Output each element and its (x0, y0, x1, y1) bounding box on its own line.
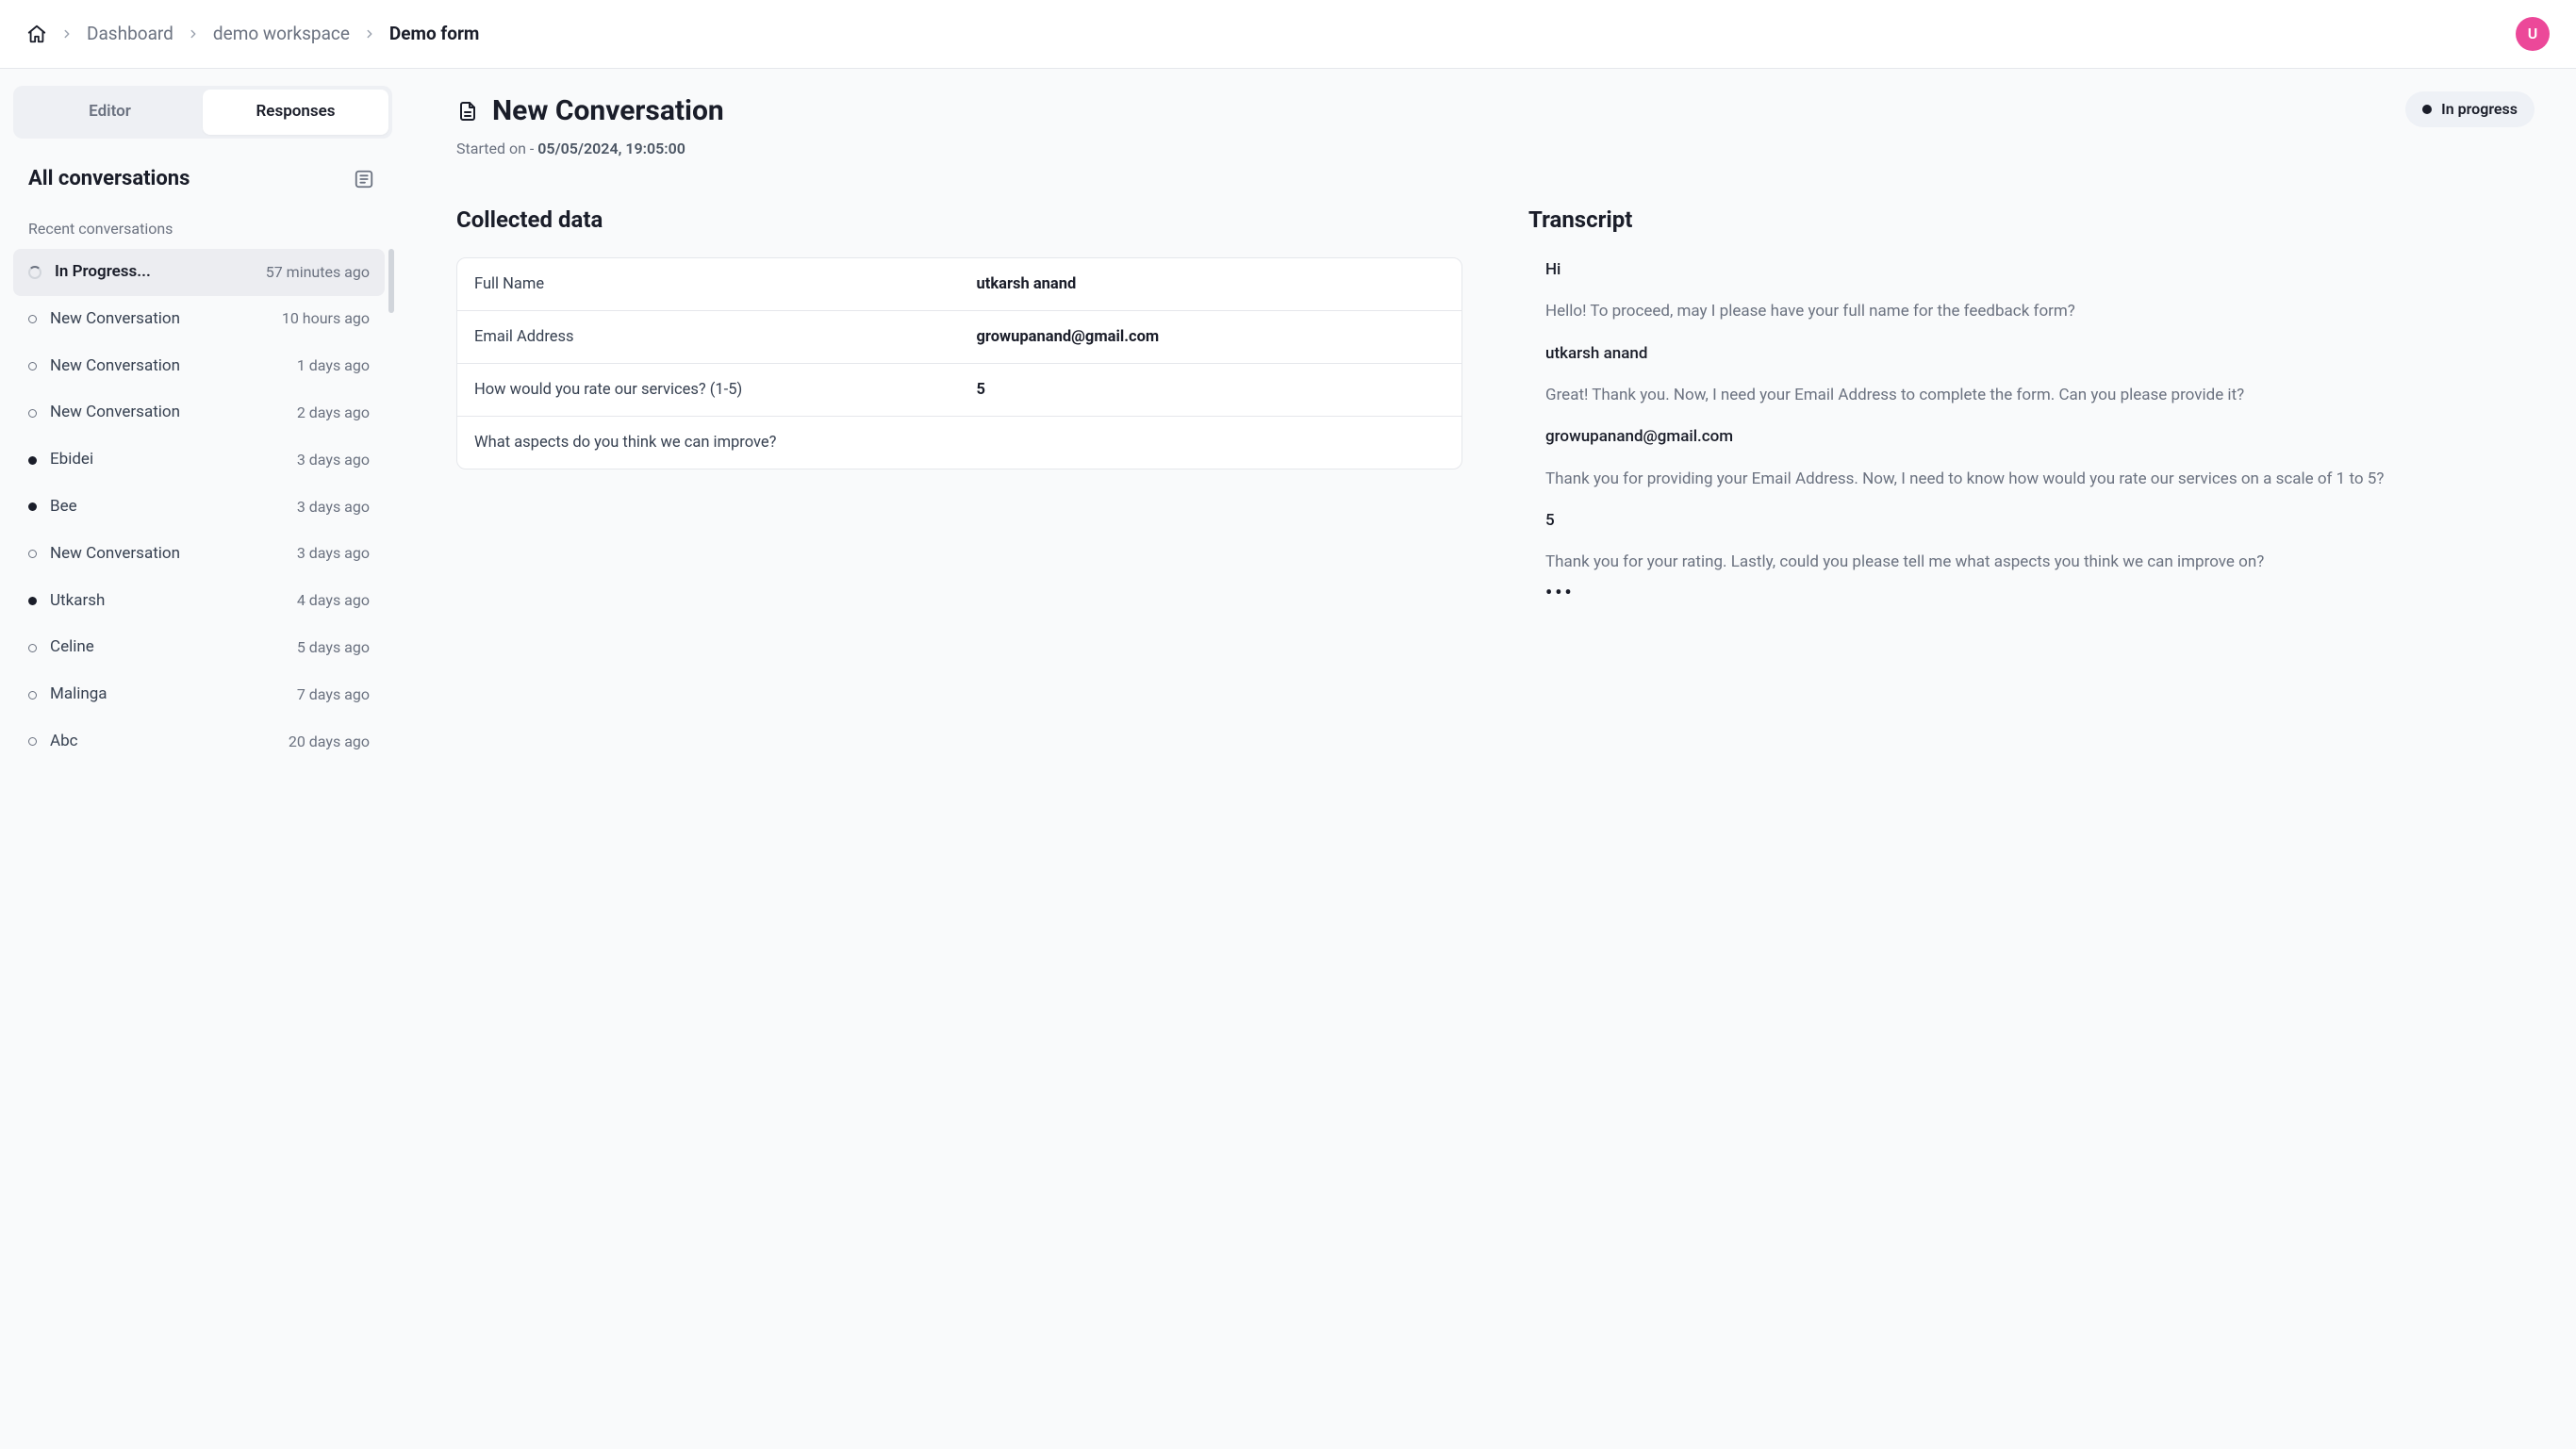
status-dot-icon (28, 502, 37, 511)
scrollbar-thumb[interactable] (388, 249, 394, 313)
section-label-recent: Recent conversations (13, 211, 392, 249)
typing-indicator-icon: ••• (1545, 586, 2535, 598)
conversation-title: New Conversation (50, 308, 180, 331)
status-dot-icon (28, 456, 37, 465)
table-row: What aspects do you think we can improve… (457, 417, 1461, 469)
conversation-title: Abc (50, 731, 78, 753)
conversation-time: 7 days ago (297, 684, 370, 705)
bot-message: Thank you for providing your Email Addre… (1545, 467, 2535, 491)
conversation-title: In Progress... (55, 261, 151, 284)
conversation-item[interactable]: Bee 3 days ago (13, 484, 385, 531)
status-dot-icon (2422, 105, 2432, 114)
conversation-title: Malinga (50, 683, 107, 706)
user-message: Hi (1545, 257, 2535, 282)
tab-responses[interactable]: Responses (203, 90, 388, 135)
collected-data-heading: Collected data (456, 205, 1462, 237)
avatar-initial: U (2528, 24, 2538, 44)
conversation-time: 5 days ago (297, 637, 370, 658)
field-value: 5 (960, 364, 1462, 416)
chevron-right-icon (363, 27, 376, 41)
status-badge: In progress (2405, 91, 2535, 127)
table-row: Email Addressgrowupanand@gmail.com (457, 311, 1461, 364)
field-label: How would you rate our services? (1-5) (457, 364, 960, 416)
conversation-title: Utkarsh (50, 590, 105, 613)
conversation-title: Celine (50, 636, 94, 659)
status-dot-icon (28, 409, 37, 418)
page-title: New Conversation (492, 91, 724, 131)
status-dot-icon (28, 362, 37, 370)
field-label: What aspects do you think we can improve… (457, 417, 960, 469)
breadcrumb: Dashboard demo workspace Demo form (26, 22, 479, 47)
conversation-time: 10 hours ago (282, 308, 370, 329)
status-dot-icon (28, 691, 37, 700)
status-dot-icon (28, 550, 37, 558)
breadcrumb-workspace[interactable]: demo workspace (213, 22, 350, 47)
field-label: Email Address (457, 311, 960, 363)
field-value: utkarsh anand (960, 258, 1462, 310)
tab-switch: Editor Responses (13, 86, 392, 139)
started-timestamp: Started on - 05/05/2024, 19:05:00 (456, 139, 724, 159)
tab-editor[interactable]: Editor (17, 90, 203, 135)
document-icon (456, 100, 479, 123)
transcript: Hi Hello! To proceed, may I please have y… (1528, 257, 2535, 598)
conversation-item[interactable]: Abc 20 days ago (13, 718, 385, 766)
conversation-time: 4 days ago (297, 590, 370, 611)
conversation-time: 20 days ago (289, 732, 370, 752)
conversation-title: Bee (50, 496, 77, 519)
field-label: Full Name (457, 258, 960, 310)
conversation-time: 57 minutes ago (266, 262, 370, 283)
conversation-item[interactable]: In Progress... 57 minutes ago (13, 249, 385, 296)
status-dot-icon (28, 644, 37, 652)
user-message: utkarsh anand (1545, 341, 2535, 366)
chevron-right-icon (60, 27, 74, 41)
conversation-item[interactable]: New Conversation 1 days ago (13, 343, 385, 390)
conversation-item[interactable]: Celine 5 days ago (13, 624, 385, 671)
conversation-title: New Conversation (50, 355, 180, 378)
conversation-title: Ebidei (50, 449, 93, 471)
sidebar-title: All conversations (28, 165, 190, 194)
conversation-time: 3 days ago (297, 543, 370, 564)
conversation-time: 3 days ago (297, 497, 370, 518)
bot-message: Thank you for your rating. Lastly, could… (1545, 550, 2535, 574)
home-icon[interactable] (26, 24, 47, 44)
user-message: growupanand@gmail.com (1545, 424, 2535, 449)
conversation-item[interactable]: New Conversation 10 hours ago (13, 296, 385, 343)
status-dot-icon (28, 597, 37, 605)
conversation-item[interactable]: Malinga 7 days ago (13, 671, 385, 718)
conversation-list: In Progress... 57 minutes ago New Conversa… (13, 249, 392, 766)
conversation-time: 3 days ago (297, 450, 370, 470)
field-value: growupanand@gmail.com (960, 311, 1462, 363)
collected-data-table: Full Nameutkarsh anandEmail Addressgrowu… (456, 257, 1462, 469)
status-dot-icon (28, 315, 37, 323)
list-view-icon[interactable] (351, 166, 377, 192)
table-row: Full Nameutkarsh anand (457, 258, 1461, 311)
user-message: 5 (1545, 508, 2535, 533)
conversation-item[interactable]: New Conversation 3 days ago (13, 531, 385, 578)
transcript-heading: Transcript (1528, 205, 2535, 237)
bot-message: Great! Thank you. Now, I need your Email… (1545, 383, 2535, 407)
status-label: In progress (2441, 99, 2518, 120)
conversation-title: New Conversation (50, 543, 180, 566)
breadcrumb-current: Demo form (389, 22, 479, 47)
conversation-item[interactable]: New Conversation 2 days ago (13, 389, 385, 436)
bot-message: Hello! To proceed, may I please have you… (1545, 299, 2535, 323)
chevron-right-icon (187, 27, 200, 41)
conversation-item[interactable]: Ebidei 3 days ago (13, 436, 385, 484)
avatar[interactable]: U (2516, 17, 2550, 51)
conversation-title: New Conversation (50, 402, 180, 424)
conversation-time: 2 days ago (297, 403, 370, 423)
loading-spinner-icon (28, 266, 41, 279)
field-value (960, 417, 1462, 469)
conversation-item[interactable]: Utkarsh 4 days ago (13, 578, 385, 625)
status-dot-icon (28, 737, 37, 746)
breadcrumb-dashboard[interactable]: Dashboard (87, 22, 173, 47)
conversation-time: 1 days ago (297, 355, 370, 376)
table-row: How would you rate our services? (1-5)5 (457, 364, 1461, 417)
